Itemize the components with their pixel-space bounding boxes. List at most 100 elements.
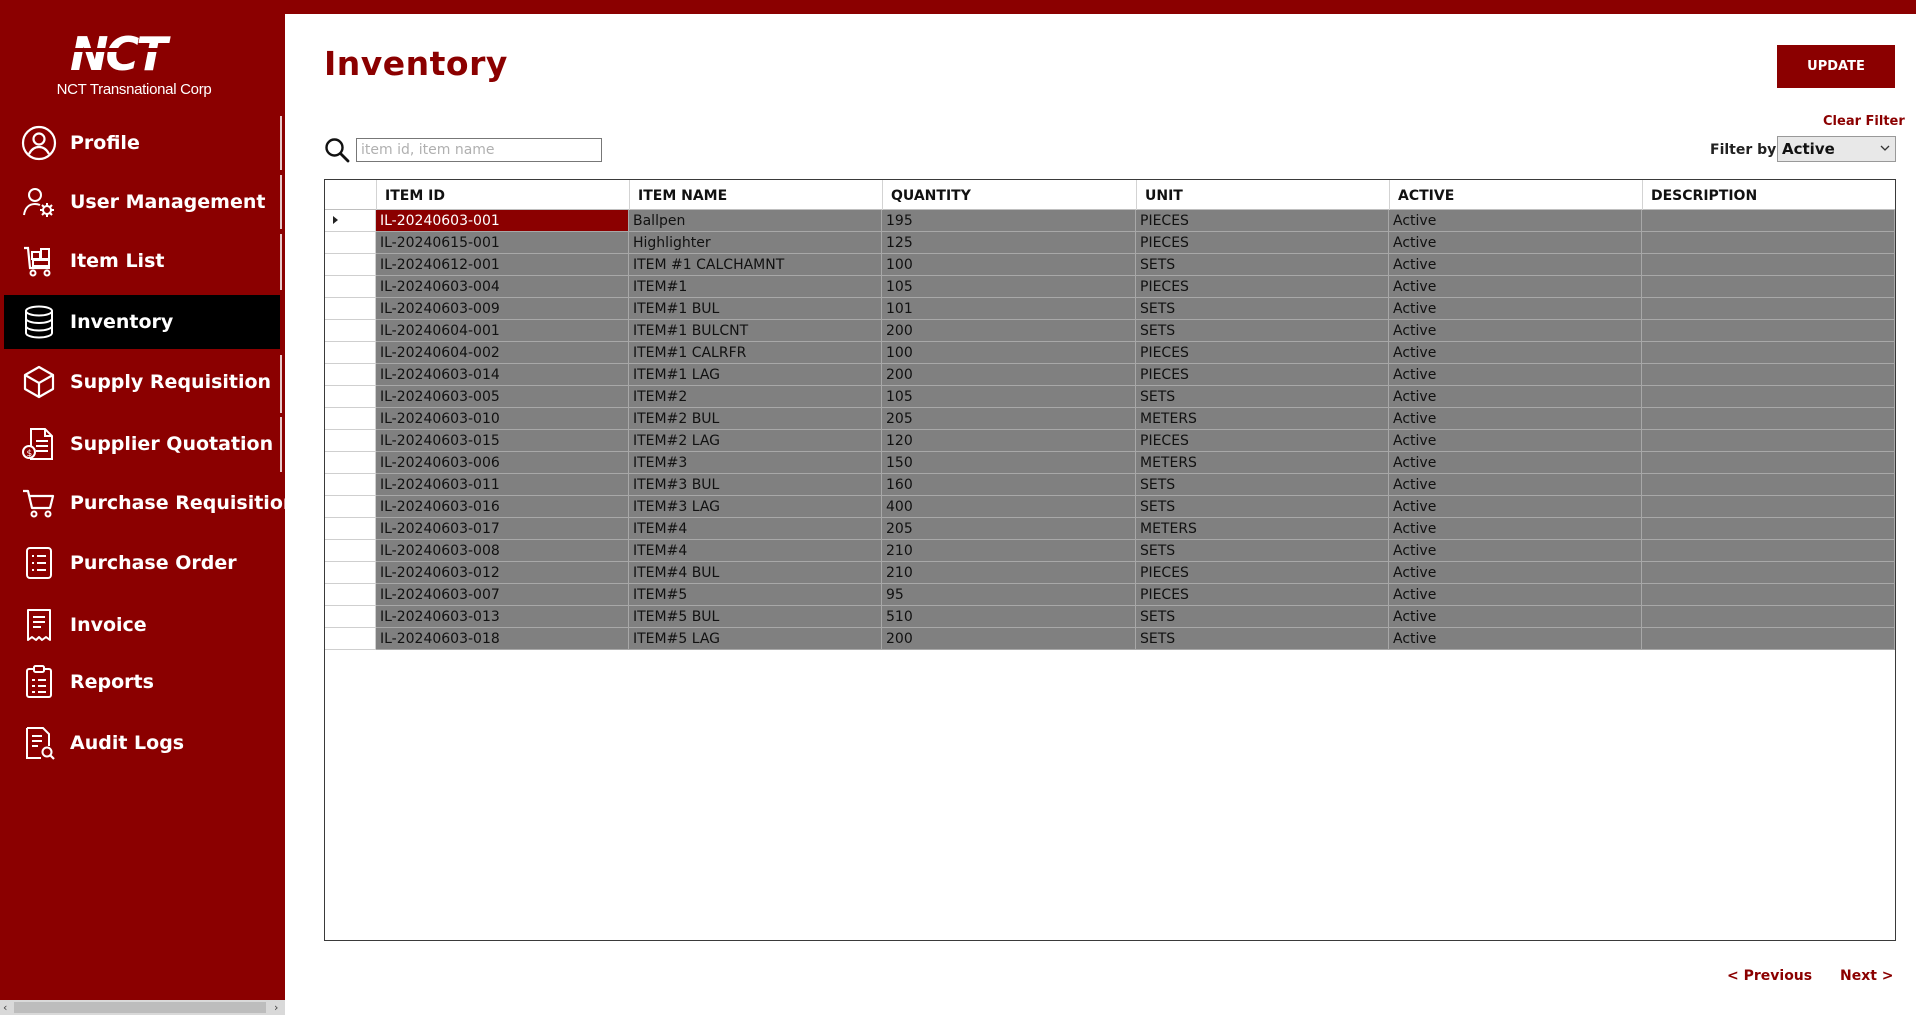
table-cell[interactable]: 510 — [882, 606, 1136, 628]
table-cell[interactable]: ITEM#5 LAG — [629, 628, 882, 650]
table-cell[interactable]: IL-20240604-002 — [376, 342, 629, 364]
table-cell[interactable]: IL-20240603-016 — [376, 496, 629, 518]
table-row[interactable]: IL-20240603-014 ITEM#1 LAG 200 PIECES Active — [325, 364, 1895, 386]
table-cell[interactable]: IL-20240603-006 — [376, 452, 629, 474]
table-cell[interactable]: Highlighter — [629, 232, 882, 254]
column-header-description[interactable]: DESCRIPTION — [1642, 180, 1895, 210]
table-cell[interactable] — [1642, 628, 1895, 650]
table-cell[interactable]: PIECES — [1136, 562, 1389, 584]
table-cell[interactable]: IL-20240603-001 — [376, 210, 629, 232]
table-cell[interactable]: ITEM#1 BULCNT — [629, 320, 882, 342]
table-cell[interactable]: SETS — [1136, 496, 1389, 518]
table-cell[interactable] — [1642, 254, 1895, 276]
table-cell[interactable]: 200 — [882, 364, 1136, 386]
table-cell[interactable]: 205 — [882, 518, 1136, 540]
table-row[interactable]: IL-20240603-015 ITEM#2 LAG 120 PIECES Active — [325, 430, 1895, 452]
inventory-table[interactable]: ITEM ID ITEM NAME QUANTITY UNIT ACTIVE DESCRI… — [324, 179, 1896, 941]
table-cell[interactable]: IL-20240603-009 — [376, 298, 629, 320]
table-cell[interactable]: IL-20240603-017 — [376, 518, 629, 540]
row-header[interactable] — [325, 276, 376, 298]
table-cell[interactable]: IL-20240603-005 — [376, 386, 629, 408]
table-cell[interactable] — [1642, 562, 1895, 584]
table-cell[interactable]: ITEM#3 BUL — [629, 474, 882, 496]
table-cell[interactable]: 120 — [882, 430, 1136, 452]
row-header[interactable] — [325, 298, 376, 320]
column-header-active[interactable]: ACTIVE — [1389, 180, 1642, 210]
table-cell[interactable]: IL-20240612-001 — [376, 254, 629, 276]
table-cell[interactable]: Active — [1389, 364, 1642, 386]
table-cell[interactable]: IL-20240603-010 — [376, 408, 629, 430]
table-cell[interactable]: IL-20240615-001 — [376, 232, 629, 254]
table-cell[interactable]: PIECES — [1136, 276, 1389, 298]
scroll-left-arrow-icon[interactable]: ‹ — [3, 1000, 7, 1015]
table-cell[interactable]: IL-20240603-018 — [376, 628, 629, 650]
table-cell[interactable] — [1642, 386, 1895, 408]
sidebar-item-inventory[interactable]: Inventory — [4, 295, 280, 349]
table-cell[interactable]: 210 — [882, 540, 1136, 562]
table-cell[interactable]: ITEM#1 — [629, 276, 882, 298]
table-cell[interactable]: IL-20240604-001 — [376, 320, 629, 342]
row-header[interactable] — [325, 430, 376, 452]
sidebar-item-profile[interactable]: Profile — [4, 116, 280, 170]
table-cell[interactable]: 195 — [882, 210, 1136, 232]
table-cell[interactable] — [1642, 430, 1895, 452]
table-cell[interactable] — [1642, 408, 1895, 430]
table-cell[interactable]: ITEM#4 — [629, 540, 882, 562]
row-header[interactable] — [325, 254, 376, 276]
table-cell[interactable] — [1642, 276, 1895, 298]
sidebar-item-audit-logs[interactable]: Audit Logs — [4, 716, 280, 770]
table-cell[interactable]: IL-20240603-015 — [376, 430, 629, 452]
table-cell[interactable]: SETS — [1136, 320, 1389, 342]
table-row[interactable]: IL-20240603-001 Ballpen 195 PIECES Active — [325, 210, 1895, 232]
table-cell[interactable]: 205 — [882, 408, 1136, 430]
table-cell[interactable]: IL-20240603-007 — [376, 584, 629, 606]
table-cell[interactable] — [1642, 364, 1895, 386]
table-cell[interactable]: SETS — [1136, 540, 1389, 562]
table-cell[interactable]: ITEM#3 LAG — [629, 496, 882, 518]
table-cell[interactable]: Active — [1389, 474, 1642, 496]
table-cell[interactable]: PIECES — [1136, 232, 1389, 254]
table-cell[interactable] — [1642, 320, 1895, 342]
table-cell[interactable]: Active — [1389, 320, 1642, 342]
table-cell[interactable]: Active — [1389, 276, 1642, 298]
table-cell[interactable]: SETS — [1136, 628, 1389, 650]
search-input[interactable] — [356, 138, 602, 162]
column-header-unit[interactable]: UNIT — [1136, 180, 1389, 210]
table-row[interactable]: IL-20240603-018 ITEM#5 LAG 200 SETS Active — [325, 628, 1895, 650]
table-row[interactable]: IL-20240603-013 ITEM#5 BUL 510 SETS Active — [325, 606, 1895, 628]
table-cell[interactable]: 101 — [882, 298, 1136, 320]
table-cell[interactable]: Active — [1389, 408, 1642, 430]
table-row[interactable]: IL-20240603-006 ITEM#3 150 METERS Active — [325, 452, 1895, 474]
table-cell[interactable]: ITEM#2 — [629, 386, 882, 408]
next-page-button[interactable]: Next > — [1840, 968, 1894, 984]
table-cell[interactable]: ITEM#1 BUL — [629, 298, 882, 320]
table-cell[interactable]: IL-20240603-004 — [376, 276, 629, 298]
sidebar-item-invoice[interactable]: Invoice — [4, 598, 280, 652]
table-cell[interactable]: Active — [1389, 210, 1642, 232]
table-cell[interactable] — [1642, 518, 1895, 540]
table-cell[interactable]: SETS — [1136, 606, 1389, 628]
column-header-item-id[interactable]: ITEM ID — [376, 180, 629, 210]
table-cell[interactable]: 200 — [882, 628, 1136, 650]
sidebar-item-item-list[interactable]: Item List — [4, 234, 280, 288]
table-cell[interactable]: SETS — [1136, 254, 1389, 276]
table-cell[interactable]: ITEM #1 CALCHAMNT — [629, 254, 882, 276]
table-cell[interactable] — [1642, 606, 1895, 628]
table-cell[interactable]: Active — [1389, 430, 1642, 452]
table-cell[interactable] — [1642, 584, 1895, 606]
scrollbar-thumb[interactable] — [14, 1002, 266, 1013]
table-row[interactable]: IL-20240615-001 Highlighter 125 PIECES Activ… — [325, 232, 1895, 254]
table-cell[interactable] — [1642, 540, 1895, 562]
table-cell[interactable] — [1642, 342, 1895, 364]
table-cell[interactable] — [1642, 298, 1895, 320]
table-row[interactable]: IL-20240603-009 ITEM#1 BUL 101 SETS Active — [325, 298, 1895, 320]
table-cell[interactable]: 100 — [882, 254, 1136, 276]
table-cell[interactable]: Active — [1389, 342, 1642, 364]
column-header-quantity[interactable]: QUANTITY — [882, 180, 1136, 210]
table-cell[interactable]: Active — [1389, 452, 1642, 474]
update-button[interactable]: UPDATE — [1777, 45, 1895, 88]
sidebar-item-supplier-quotation[interactable]: $ Supplier Quotation — [4, 417, 280, 471]
row-header[interactable] — [325, 628, 376, 650]
table-cell[interactable]: SETS — [1136, 386, 1389, 408]
table-cell[interactable]: Active — [1389, 386, 1642, 408]
